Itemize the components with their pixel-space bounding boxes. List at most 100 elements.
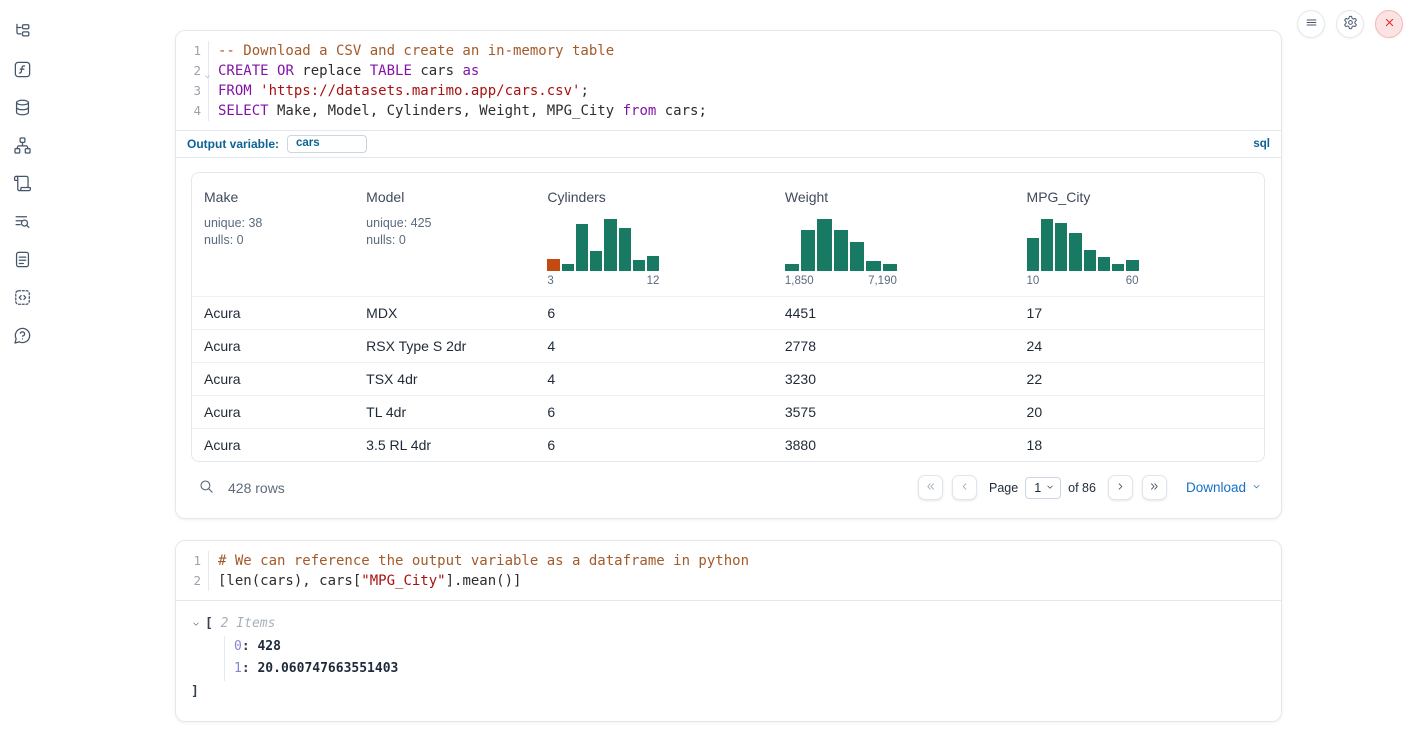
table-cell: Acura [198, 371, 360, 387]
scroll-panel-button[interactable] [11, 174, 33, 196]
code-line: 2CREATE OR replace TABLE cars as [176, 61, 1281, 81]
chevron-down-icon [1251, 480, 1262, 495]
histogram-bar [633, 260, 645, 271]
column-stat: nulls: 0 [204, 232, 354, 249]
help-panel-button[interactable] [11, 326, 33, 348]
column-name[interactable]: Model [366, 189, 535, 205]
chevrons-left-icon [924, 480, 937, 496]
histogram-bar [1027, 238, 1039, 271]
tree-line: ] [191, 681, 1265, 704]
column-header-model: Model unique: 425nulls: 0 [360, 185, 541, 296]
first-page-button[interactable] [918, 475, 943, 500]
line-number: 1 [176, 41, 208, 61]
document-panel-button[interactable] [11, 250, 33, 272]
collapse-chevron-icon[interactable] [191, 619, 201, 629]
last-page-button[interactable] [1142, 475, 1167, 500]
menu-button[interactable] [1297, 10, 1325, 38]
search-button[interactable] [198, 478, 215, 498]
histogram-bar [801, 230, 815, 271]
histogram-bar [785, 264, 799, 271]
histogram-bar [850, 242, 864, 271]
table-cell: 4451 [779, 305, 1021, 321]
line-number: 2 [176, 61, 208, 81]
code-line: 1# We can reference the output variable … [176, 551, 1281, 571]
page-select[interactable]: 1 [1025, 477, 1061, 499]
gear-icon [1343, 15, 1358, 33]
function-panel-button[interactable] [11, 60, 33, 82]
code-text: FROM 'https://datasets.marimo.app/cars.c… [208, 81, 1281, 101]
shutdown-button[interactable] [1375, 10, 1403, 38]
histogram-bar [1084, 250, 1096, 271]
chevrons-right-icon [1148, 480, 1161, 496]
sql-code-editor[interactable]: 1-- Download a CSV and create an in-memo… [176, 31, 1281, 130]
python-code-editor[interactable]: 1# We can reference the output variable … [176, 541, 1281, 600]
histogram-axis-labels: 312 [547, 275, 659, 287]
axis-min-label: 3 [547, 275, 553, 287]
chevron-down-icon [1045, 481, 1055, 495]
database-panel-button[interactable] [11, 98, 33, 120]
snippets-panel-button[interactable] [11, 288, 33, 310]
table-cell: 18 [1021, 437, 1258, 453]
download-button[interactable]: Download [1186, 480, 1262, 495]
column-stat: unique: 425 [366, 215, 535, 232]
table-cell: 2778 [779, 338, 1021, 354]
tree-line: [ 2 Items [191, 613, 1265, 636]
histogram-axis-labels: 1060 [1027, 275, 1139, 287]
code-text: # We can reference the output variable a… [208, 551, 1281, 571]
download-label: Download [1186, 480, 1246, 495]
column-name[interactable]: MPG_City [1027, 189, 1252, 205]
table-cell: TSX 4dr [360, 371, 541, 387]
python-cell: 1# We can reference the output variable … [175, 540, 1282, 722]
code-text: CREATE OR replace TABLE cars as [208, 61, 1281, 81]
hierarchy-panel-button[interactable] [11, 136, 33, 158]
page-select-value: 1 [1034, 481, 1041, 495]
table-body: AcuraMDX6445117AcuraRSX Type S 2dr427782… [192, 296, 1264, 461]
table-cell: Acura [198, 338, 360, 354]
search-icon [198, 478, 215, 498]
settings-button[interactable] [1336, 10, 1364, 38]
table-cell: 17 [1021, 305, 1258, 321]
hierarchy-icon [13, 136, 32, 158]
column-stat: unique: 38 [204, 215, 354, 232]
function-icon [13, 60, 32, 82]
top-actions [1297, 10, 1403, 38]
page-label: Page [989, 481, 1018, 495]
table-cell: TL 4dr [360, 404, 541, 420]
histogram-bar [576, 224, 588, 271]
histogram-bar [1112, 264, 1124, 271]
table-cell: Acura [198, 404, 360, 420]
table-cell: MDX [360, 305, 541, 321]
table-row: AcuraRSX Type S 2dr4277824 [192, 329, 1264, 362]
code-line: 2[len(cars), cars["MPG_City"].mean()] [176, 571, 1281, 591]
line-number: 3 [176, 81, 208, 101]
histogram-bar [1126, 260, 1138, 271]
column-name[interactable]: Make [204, 189, 354, 205]
table-cell: 3230 [779, 371, 1021, 387]
table-cell: 4 [541, 338, 778, 354]
table-cell: 4 [541, 371, 778, 387]
column-name[interactable]: Cylinders [547, 189, 772, 205]
line-number: 1 [176, 551, 208, 571]
prev-page-button[interactable] [952, 475, 977, 500]
file-tree-panel-button[interactable] [11, 22, 33, 44]
table-row: AcuraTSX 4dr4323022 [192, 362, 1264, 395]
table-cell: 3.5 RL 4dr [360, 437, 541, 453]
column-stat: nulls: 0 [366, 232, 535, 249]
tree-line: 1: 20.060747663551403 [224, 658, 1265, 681]
output-variable-input[interactable]: cars [287, 135, 367, 153]
table-row: Acura3.5 RL 4dr6388018 [192, 428, 1264, 461]
column-name[interactable]: Weight [785, 189, 1015, 205]
histogram-bar [1055, 223, 1067, 271]
axis-min-label: 1,850 [785, 275, 814, 287]
table-cell: 24 [1021, 338, 1258, 354]
histogram-bar [647, 256, 659, 271]
logs-search-panel-button[interactable] [11, 212, 33, 234]
next-page-button[interactable] [1108, 475, 1133, 500]
code-line: 3FROM 'https://datasets.marimo.app/cars.… [176, 81, 1281, 101]
table-cell: 3880 [779, 437, 1021, 453]
histogram-bar [547, 259, 559, 271]
table-header: Makeunique: 38nulls: 0Modelunique: 425nu… [192, 173, 1264, 296]
table-footer: 428 rows Page 1 of 86 [191, 462, 1265, 510]
chevron-right-icon [1114, 480, 1127, 496]
chevron-left-icon [958, 480, 971, 496]
